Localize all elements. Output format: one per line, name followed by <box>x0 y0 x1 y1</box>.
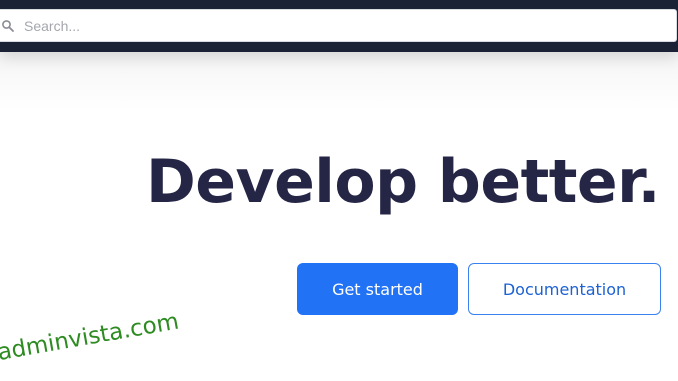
page: Develop better. Fa Get started Documenta… <box>0 0 678 381</box>
search-bar[interactable] <box>0 9 677 42</box>
watermark-text: adminvista.com <box>0 308 181 366</box>
search-input[interactable] <box>24 13 624 38</box>
top-navigation-bar <box>0 0 678 52</box>
documentation-button[interactable]: Documentation <box>468 263 661 315</box>
hero-headline: Develop better. Fa <box>146 147 678 217</box>
get-started-button[interactable]: Get started <box>297 263 458 315</box>
search-icon[interactable] <box>1 19 15 33</box>
